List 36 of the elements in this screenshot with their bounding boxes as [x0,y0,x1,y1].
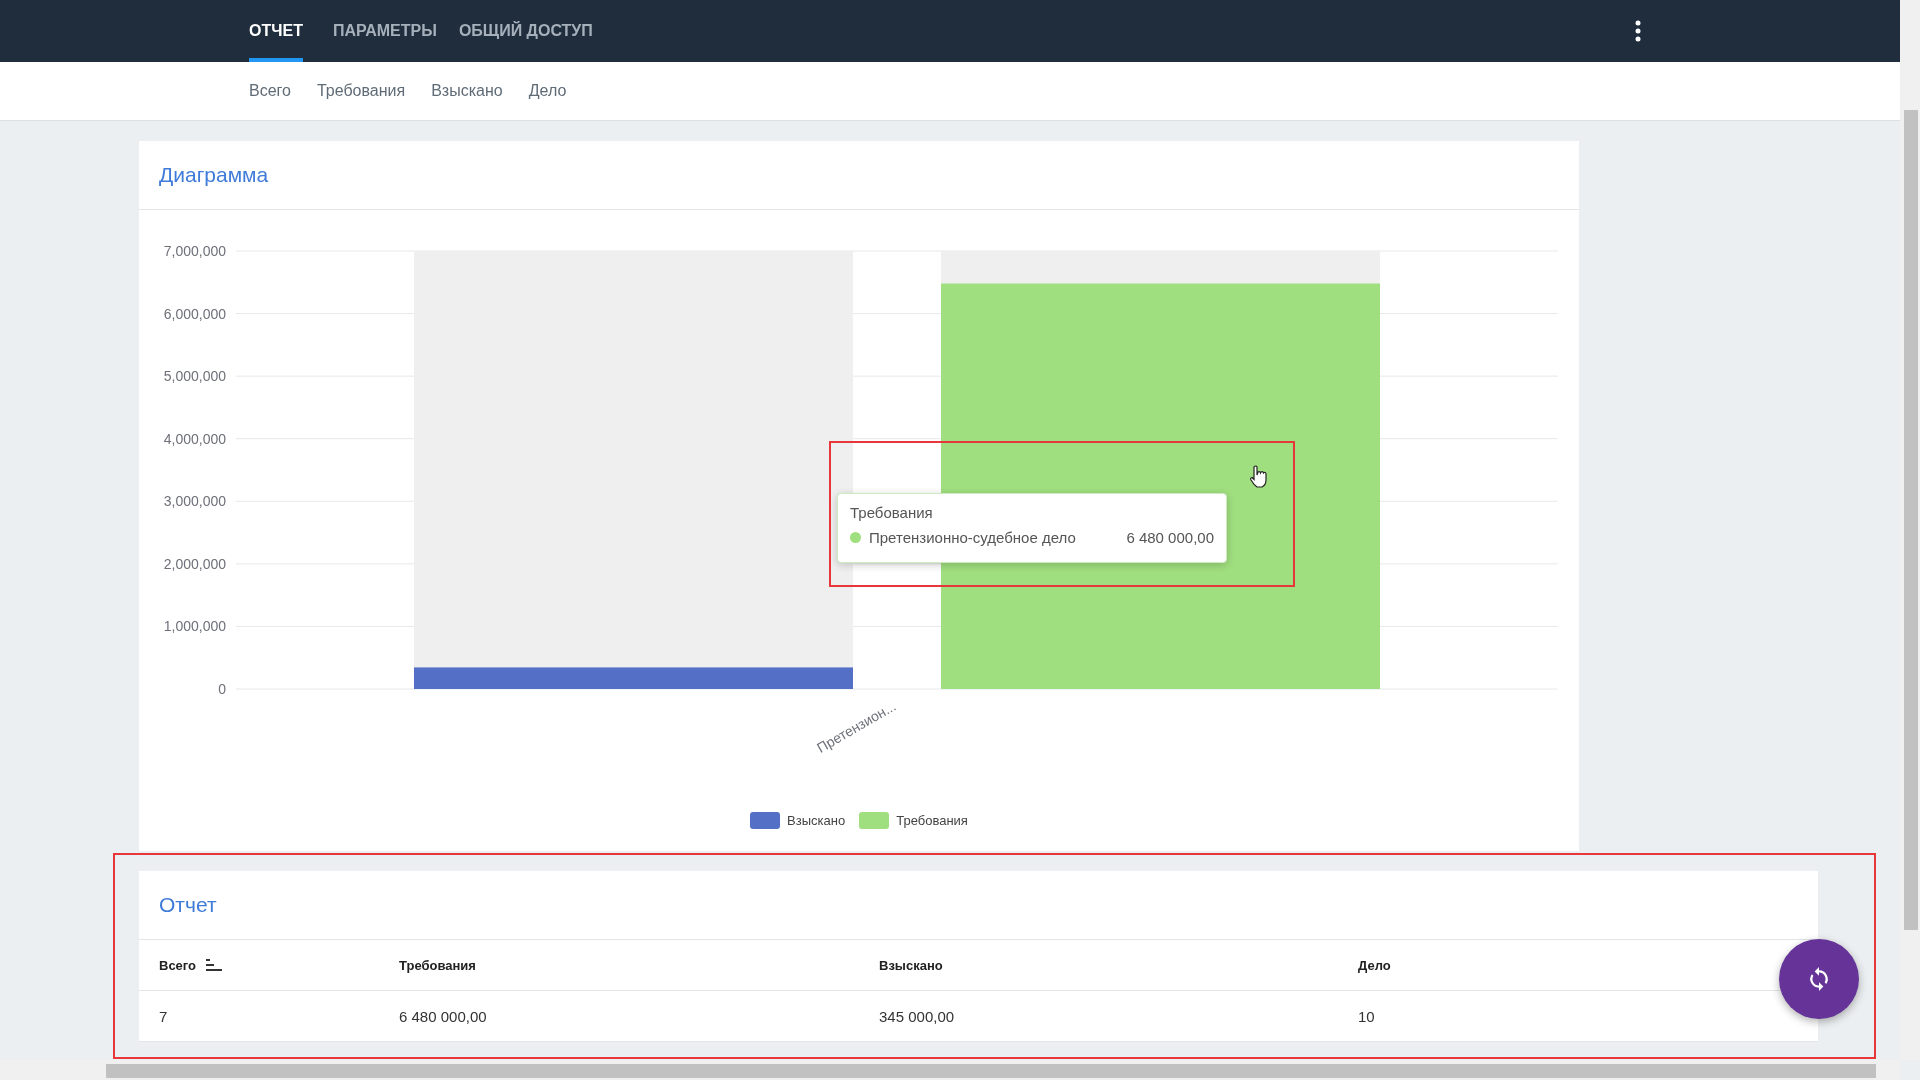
table-cell: 10 [1358,1007,1375,1025]
table-cell: 345 000,00 [879,1007,955,1025]
axis-tick-label: 2,000,000 [163,555,226,572]
axis-tick-label: 3,000,000 [163,493,226,510]
bar[interactable] [414,667,853,689]
horizontal-scrollbar[interactable] [0,1060,1900,1080]
sub-nav-link[interactable]: Требования [316,82,406,100]
axis-tick-label: 5,000,000 [163,368,226,385]
card-title: Диаграмма [159,163,269,187]
axis-tick-label: 4,000,000 [163,430,226,447]
refresh-button[interactable] [1779,939,1859,1019]
column-header[interactable]: Взыскано [879,957,943,973]
axis-tick-label: 0 [218,681,226,697]
legend-label[interactable]: Взыскано [787,813,846,828]
tooltip-label: Претензионно-судебное дело [869,529,1076,546]
axis-tick-label: 7,000,000 [163,243,226,259]
legend-label[interactable]: Требования [896,813,968,828]
vertical-scrollbar[interactable] [1900,0,1920,1060]
nav-tab[interactable]: ПАРАМЕТРЫ [322,0,447,62]
sub-nav-link[interactable]: Дело [528,82,567,100]
more-menu-icon[interactable] [1634,20,1642,42]
sub-nav-link[interactable]: Всего [249,82,291,100]
axis-tick-label: 6,000,000 [163,305,226,322]
column-header[interactable]: Требования [399,957,476,973]
card-title: Отчет [159,893,217,917]
nav-tab[interactable]: ОБЩИЙ ДОСТУП [448,0,603,62]
table-cell: 6 480 000,00 [399,1007,487,1025]
sort-icon[interactable] [206,959,223,971]
tooltip-title: Требования [850,504,933,521]
axis-tick-label: 1,000,000 [163,618,226,635]
sub-nav-link[interactable]: Взыскано [431,82,503,100]
hand-cursor-icon [1249,465,1267,489]
tooltip-value: 6 480 000,00 [1126,529,1214,546]
column-header[interactable]: Всего [159,957,197,973]
table-cell: 7 [159,1007,168,1025]
column-header[interactable]: Дело [1358,957,1391,973]
